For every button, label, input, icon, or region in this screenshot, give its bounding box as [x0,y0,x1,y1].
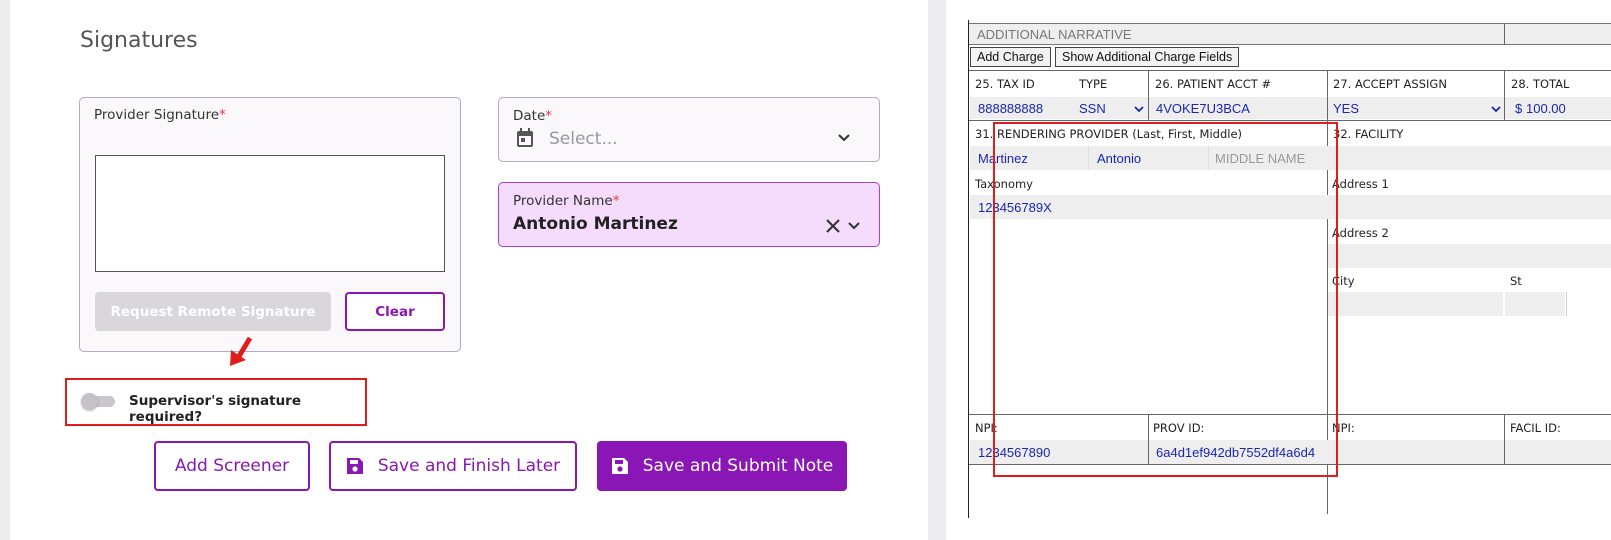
save-and-submit-note-button[interactable]: Save and Submit Note [597,441,847,491]
address1-label: Address 1 [1332,177,1389,191]
address2-label: Address 2 [1332,226,1389,240]
divider [1504,414,1505,464]
address2-input[interactable] [1328,244,1611,268]
patient-acct-input[interactable]: 4VOKE7U3BCA [1156,101,1326,116]
state-input[interactable] [1505,292,1565,316]
save-icon [346,458,363,474]
divider [969,70,1611,71]
additional-narrative-field[interactable]: ADDITIONAL NARRATIVE [969,23,1611,45]
section-title: Signatures [80,28,198,53]
supervisor-signature-toggle[interactable] [81,393,115,410]
required-asterisk: * [545,108,553,124]
tax-id-label: 25. TAX ID [975,77,1035,91]
divider [1566,292,1567,316]
save-and-finish-later-label: Save and Finish Later [377,456,561,476]
request-remote-signature-button[interactable]: Request Remote Signature [95,292,331,331]
tax-id-input[interactable]: 888888888 [978,101,1068,116]
required-asterisk: * [612,193,620,209]
clear-selection-icon[interactable] [825,218,841,234]
facility-label: 32. FACILITY [1333,127,1404,141]
clear-signature-button[interactable]: Clear [345,292,445,331]
divider [969,120,1611,121]
signature-pad[interactable] [95,155,445,272]
provider-signature-label: Provider Signature* [94,107,226,123]
accept-assign-label: 27. ACCEPT ASSIGN [1333,77,1447,91]
total-input[interactable]: 100.00 [1526,101,1611,116]
chevron-down-icon[interactable] [1134,106,1144,113]
screen: Signatures Provider Signature* Request R… [0,0,1611,540]
save-icon [611,458,628,474]
add-charge-button[interactable]: Add Charge [970,47,1051,67]
divider [1504,23,1505,45]
date-placeholder: Select... [549,129,618,149]
provider-signature-card: Provider Signature* Request Remote Signa… [79,97,461,352]
type-select[interactable]: SSN [1079,101,1139,116]
provider-name-value: Antonio Martinez [513,214,678,234]
provider-name-select[interactable]: Provider Name* Antonio Martinez [498,182,880,247]
add-screener-label: Add Screener [174,456,290,476]
calendar-icon [517,128,533,147]
annotation-arrow-icon [230,336,253,366]
provider-name-label: Provider Name* [513,193,620,209]
chevron-down-icon[interactable] [837,133,851,143]
patient-acct-label: 26. PATIENT ACCT # [1155,77,1272,91]
type-label: TYPE [1079,77,1108,91]
state-label: St [1510,274,1522,288]
chevron-down-icon[interactable] [847,221,861,231]
total-label: 28. TOTAL [1511,77,1570,91]
toggle-knob [81,393,98,410]
rendering-provider-highlight [993,122,1338,477]
chevron-down-icon[interactable] [1491,106,1501,113]
signatures-panel: Signatures Provider Signature* Request R… [10,0,928,540]
supervisor-signature-highlight: Supervisor's signature required? [65,378,367,426]
city-input[interactable] [1328,292,1503,316]
additional-narrative-placeholder: ADDITIONAL NARRATIVE [977,27,1132,42]
show-additional-charge-fields-button[interactable]: Show Additional Charge Fields [1055,47,1240,67]
add-screener-button[interactable]: Add Screener [154,441,310,491]
accept-assign-select[interactable]: YES [1333,101,1493,116]
save-and-finish-later-button[interactable]: Save and Finish Later [329,441,577,491]
date-label: Date* [513,108,553,124]
date-select[interactable]: Date* Select... [498,97,880,162]
supervisor-signature-label: Supervisor's signature required? [129,393,301,425]
divider [1148,70,1149,120]
required-asterisk: * [219,107,226,123]
save-and-submit-note-label: Save and Submit Note [642,456,834,476]
divider [1504,70,1505,120]
facil-id-label: FACIL ID: [1510,421,1561,435]
